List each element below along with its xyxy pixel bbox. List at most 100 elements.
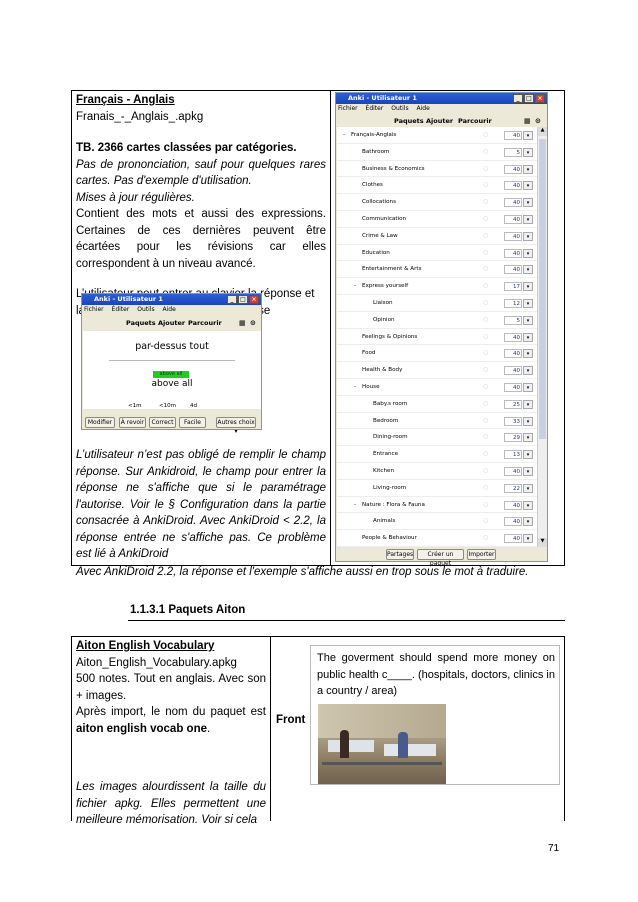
- deck-name[interactable]: Entertainment & Arts: [362, 261, 422, 278]
- deck-options-dropdown-icon[interactable]: ▾: [523, 483, 533, 493]
- deck-name[interactable]: Health & Body: [362, 362, 402, 379]
- collapse-toggle[interactable]: -: [354, 379, 356, 396]
- deck-row[interactable]: Crime & Law ○ 40 ▾: [337, 227, 537, 245]
- close-icon[interactable]: ×: [249, 295, 259, 304]
- deck-name[interactable]: Living-room: [373, 480, 406, 497]
- maximize-icon[interactable]: □: [238, 295, 248, 304]
- deck-row[interactable]: Living-room ○ 22 ▾: [337, 479, 537, 497]
- menu-outils[interactable]: Outils: [137, 306, 154, 313]
- menu-editer[interactable]: Éditer: [366, 105, 384, 112]
- maximize-icon[interactable]: □: [524, 94, 534, 103]
- deck-name[interactable]: Crime & Law: [362, 228, 398, 245]
- a-revoir-button[interactable]: À revoir: [119, 417, 146, 428]
- deck-options-dropdown-icon[interactable]: ▾: [523, 534, 533, 544]
- deck-options-dropdown-icon[interactable]: ▾: [523, 399, 533, 409]
- deck-name[interactable]: People & Behaviour: [362, 530, 417, 547]
- deck-name[interactable]: Bedroom: [373, 413, 398, 430]
- autres-choix-button[interactable]: Autres choix ▾: [216, 417, 256, 435]
- deck-row[interactable]: - Nature : Flora & Fauna ○ 40 ▾: [337, 496, 537, 514]
- menu-aide[interactable]: Aide: [163, 306, 176, 313]
- collapse-toggle[interactable]: -: [343, 127, 345, 144]
- deck-name[interactable]: Express yourself: [362, 278, 408, 295]
- collapse-toggle[interactable]: -: [354, 278, 356, 295]
- deck-name[interactable]: Business & Economics: [362, 161, 425, 178]
- deck-row[interactable]: Animals ○ 40 ▾: [337, 513, 537, 531]
- deck-row[interactable]: Kitchen ○ 40 ▾: [337, 463, 537, 480]
- deck-scrollbar[interactable]: ▲ ▼: [537, 127, 547, 547]
- deck-options-dropdown-icon[interactable]: ▾: [523, 349, 533, 359]
- scroll-up-icon[interactable]: ▲: [538, 127, 547, 136]
- toolbar-parcourir[interactable]: Parcourir: [188, 316, 222, 330]
- deck-row[interactable]: Baby.s room ○ 25 ▾: [337, 395, 537, 413]
- deck-options-dropdown-icon[interactable]: ▾: [523, 131, 533, 140]
- deck-options-dropdown-icon[interactable]: ▾: [523, 265, 533, 275]
- partages-button[interactable]: Partages: [386, 549, 414, 560]
- toolbar-ajouter[interactable]: Ajouter: [426, 114, 453, 128]
- deck-row[interactable]: Entertainment & Arts ○ 40 ▾: [337, 261, 537, 279]
- deck-options-dropdown-icon[interactable]: ▾: [523, 467, 533, 476]
- deck-row[interactable]: Education ○ 40 ▾: [337, 244, 537, 262]
- deck-options-dropdown-icon[interactable]: ▾: [523, 332, 533, 342]
- deck-name[interactable]: Bathroom: [362, 144, 389, 161]
- deck-options-dropdown-icon[interactable]: ▾: [523, 517, 533, 527]
- deck-row[interactable]: Business & Economics ○ 40 ▾: [337, 160, 537, 178]
- deck-row[interactable]: Food ○ 40 ▾: [337, 345, 537, 363]
- stats-icon[interactable]: ▦: [239, 316, 246, 330]
- deck-row[interactable]: - Express yourself ○ 17 ▾: [337, 278, 537, 295]
- deck-options-dropdown-icon[interactable]: ▾: [523, 248, 533, 258]
- deck-name[interactable]: Food: [362, 345, 375, 362]
- deck-row[interactable]: Liaison ○ 12 ▾: [337, 295, 537, 312]
- deck-options-dropdown-icon[interactable]: ▾: [523, 282, 533, 292]
- deck-name[interactable]: Entrance: [373, 446, 398, 463]
- deck-row[interactable]: Opinion ○ 5 ▾: [337, 311, 537, 329]
- deck-options-dropdown-icon[interactable]: ▾: [523, 231, 533, 241]
- deck-options-dropdown-icon[interactable]: ▾: [523, 433, 533, 443]
- minimize-icon[interactable]: _: [227, 295, 237, 304]
- deck-row[interactable]: Feelings & Opinions ○ 40 ▾: [337, 328, 537, 346]
- deck-options-dropdown-icon[interactable]: ▾: [523, 500, 533, 510]
- toolbar-ajouter[interactable]: Ajouter: [158, 316, 185, 330]
- deck-name[interactable]: Kitchen: [373, 463, 394, 480]
- deck-name[interactable]: Nature : Flora & Fauna: [362, 497, 425, 514]
- menu-aide[interactable]: Aide: [417, 105, 430, 112]
- deck-name[interactable]: Clothes: [362, 177, 383, 194]
- deck-options-dropdown-icon[interactable]: ▾: [523, 181, 533, 191]
- deck-row[interactable]: - House ○ 40 ▾: [337, 379, 537, 396]
- modifier-button[interactable]: Modifier: [85, 417, 115, 428]
- deck-name[interactable]: Education: [362, 245, 390, 262]
- scroll-down-icon[interactable]: ▼: [538, 538, 547, 547]
- menu-fichier[interactable]: Fichier: [84, 306, 104, 313]
- menu-editer[interactable]: Éditer: [112, 306, 130, 313]
- deck-row[interactable]: Entrance ○ 13 ▾: [337, 446, 537, 463]
- deck-options-dropdown-icon[interactable]: ▾: [523, 164, 533, 174]
- deck-name[interactable]: Opinion: [373, 312, 395, 329]
- correct-button[interactable]: Correct: [149, 417, 176, 428]
- deck-name[interactable]: Communication: [362, 211, 406, 228]
- deck-row[interactable]: Bedroom ○ 33 ▾: [337, 412, 537, 430]
- deck-name[interactable]: Baby.s room: [373, 396, 407, 413]
- facile-button[interactable]: Facile: [179, 417, 206, 428]
- deck-options-dropdown-icon[interactable]: ▾: [523, 366, 533, 376]
- deck-row[interactable]: Bathroom ○ 5 ▾: [337, 143, 537, 161]
- deck-row[interactable]: Health & Body ○ 40 ▾: [337, 362, 537, 379]
- collapse-toggle[interactable]: -: [354, 497, 356, 514]
- deck-name[interactable]: Dining-room: [373, 429, 408, 446]
- deck-row[interactable]: Dining-room ○ 29 ▾: [337, 429, 537, 447]
- deck-row[interactable]: Clothes ○ 40 ▾: [337, 177, 537, 195]
- minimize-icon[interactable]: _: [513, 94, 523, 103]
- sync-icon[interactable]: ⊙: [535, 114, 541, 128]
- deck-name[interactable]: Feelings & Opinions: [362, 329, 417, 346]
- stats-icon[interactable]: ▦: [524, 114, 531, 128]
- menu-outils[interactable]: Outils: [391, 105, 408, 112]
- deck-options-dropdown-icon[interactable]: ▾: [523, 198, 533, 208]
- deck-row[interactable]: - Français-Anglais ○ 40 ▾: [337, 127, 537, 144]
- deck-options-dropdown-icon[interactable]: ▾: [523, 147, 533, 157]
- menu-fichier[interactable]: Fichier: [338, 105, 358, 112]
- deck-options-dropdown-icon[interactable]: ▾: [523, 315, 533, 325]
- deck-row[interactable]: Communication ○ 40 ▾: [337, 211, 537, 228]
- toolbar-paquets[interactable]: Paquets: [394, 114, 424, 128]
- importer-button[interactable]: Importer: [467, 549, 496, 560]
- sync-icon[interactable]: ⊙: [250, 316, 256, 330]
- deck-name[interactable]: Français-Anglais: [351, 127, 396, 144]
- deck-options-dropdown-icon[interactable]: ▾: [523, 299, 533, 308]
